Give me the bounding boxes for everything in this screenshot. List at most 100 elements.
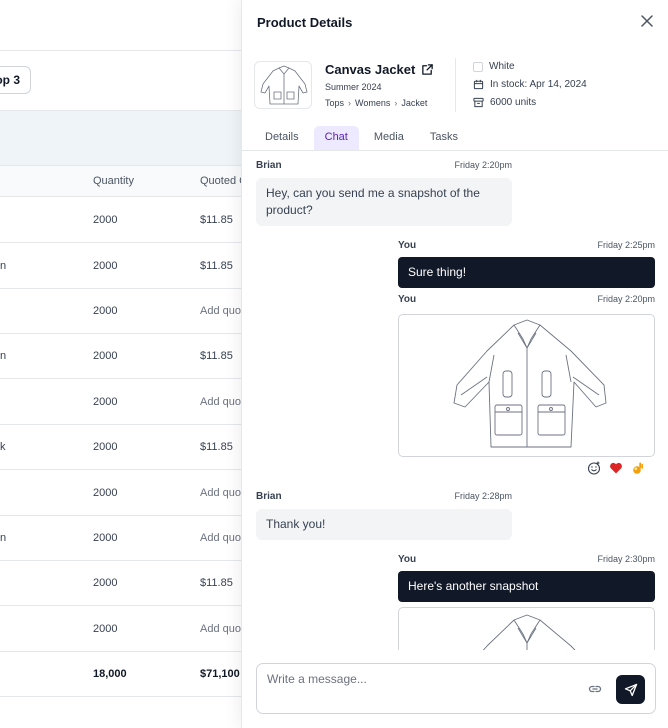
add-quote-link[interactable]: Add quo: [200, 305, 241, 317]
table-row[interactable]: 2000 Add quo: [0, 470, 241, 516]
table-row[interactable]: n 2000 Add quo: [0, 515, 241, 561]
message-input[interactable]: [267, 672, 577, 686]
row-quantity: 2000: [93, 305, 118, 317]
message-meta: You Friday 2:20pm: [398, 294, 655, 305]
product-name: Canvas Jacket: [325, 62, 434, 77]
row-quantity: 2000: [93, 214, 118, 226]
row-quantity: 2000: [93, 396, 118, 408]
row-quoted: $11.85: [200, 260, 233, 272]
message-bubble-outgoing: Sure thing!: [398, 257, 655, 288]
table-row[interactable]: 2000 Add quo: [0, 379, 241, 425]
table-header: Quantity Quoted C: [0, 165, 247, 197]
color-swatch: [473, 61, 483, 72]
tab-details[interactable]: Details: [254, 126, 310, 150]
message-image-jacket[interactable]: [398, 314, 655, 457]
calendar-icon: [473, 79, 484, 90]
table-totals-row: 18,000 $71,100: [0, 651, 241, 697]
table-row[interactable]: 2000 Add quo: [0, 288, 241, 334]
message-bubble-incoming: Hey, can you send me a snapshot of the p…: [256, 178, 512, 226]
message-time: Friday 2:30pm: [597, 554, 655, 564]
product-stock: In stock: Apr 14, 2024: [473, 79, 587, 90]
background-info-band: [0, 110, 241, 165]
total-quoted: $71,100: [200, 668, 240, 680]
message-time: Friday 2:20pm: [597, 294, 655, 304]
message-sender: You: [398, 554, 417, 565]
message-meta: You Friday 2:25pm: [398, 240, 655, 251]
row-quantity: 2000: [93, 532, 118, 544]
row-quantity: 2000: [93, 260, 118, 272]
panel-title: Product Details: [257, 15, 353, 30]
add-quote-link[interactable]: Add quo: [200, 623, 241, 635]
vertical-divider: [455, 58, 456, 112]
row-quantity: 2000: [93, 577, 118, 589]
send-button[interactable]: [616, 675, 645, 704]
message-meta: Brian Friday 2:20pm: [256, 160, 512, 171]
breadcrumb-item[interactable]: Womens: [355, 98, 390, 108]
row-quantity: 2000: [93, 350, 118, 362]
message-sender: You: [398, 294, 417, 305]
row-lead: n: [0, 350, 7, 362]
table-row[interactable]: 2000 Add quo: [0, 606, 241, 652]
heart-icon[interactable]: [609, 461, 623, 475]
row-quoted: $11.85: [200, 214, 233, 226]
message-composer: [256, 663, 656, 714]
send-icon: [624, 683, 637, 696]
product-name-text: Canvas Jacket: [325, 62, 416, 77]
add-quote-link[interactable]: Add quo: [200, 396, 241, 408]
row-lead: n: [0, 260, 7, 272]
chevron-right-icon: ›: [394, 98, 398, 108]
message-time: Friday 2:25pm: [597, 240, 655, 250]
column-header-quantity: Quantity: [93, 175, 134, 187]
background-topbar: [0, 0, 241, 51]
panel-tabs: Details Chat Media Tasks: [254, 126, 469, 150]
message-time: Friday 2:28pm: [454, 491, 512, 501]
background-step-button-label: op 3: [0, 73, 20, 87]
product-thumbnail: [254, 61, 312, 109]
ok-hand-icon[interactable]: [631, 461, 645, 475]
message-bubble-incoming: Thank you!: [256, 509, 512, 540]
row-quoted: $11.85: [200, 350, 233, 362]
product-details-panel: Product Details Canvas Jacket Summer 202…: [241, 0, 668, 728]
message-sender: Brian: [256, 491, 282, 502]
message-time: Friday 2:20pm: [454, 160, 512, 170]
row-lead: k: [0, 441, 6, 453]
chat-thread[interactable]: Brian Friday 2:20pm Hey, can you send me…: [242, 151, 668, 650]
tab-chat[interactable]: Chat: [313, 126, 359, 150]
breadcrumb: Tops › Womens › Jacket: [325, 98, 427, 108]
breadcrumb-item[interactable]: Tops: [325, 98, 344, 108]
table-row[interactable]: 2000 $11.85: [0, 560, 241, 606]
message-sender: You: [398, 240, 417, 251]
external-link-icon[interactable]: [421, 63, 434, 76]
smile-add-icon[interactable]: [587, 461, 601, 475]
chevron-right-icon: ›: [348, 98, 352, 108]
row-quoted: $11.85: [200, 441, 233, 453]
product-units: 6000 units: [473, 97, 536, 108]
product-color-text: White: [489, 61, 515, 72]
row-quantity: 2000: [93, 441, 118, 453]
row-quantity: 2000: [93, 487, 118, 499]
product-stock-text: In stock: Apr 14, 2024: [490, 79, 587, 90]
background-step-button[interactable]: op 3: [0, 66, 31, 94]
message-sender: Brian: [256, 160, 282, 171]
add-quote-link[interactable]: Add quo: [200, 532, 241, 544]
message-image-jacket[interactable]: [398, 607, 655, 650]
table-row[interactable]: 2000 $11.85: [0, 197, 241, 243]
add-quote-link[interactable]: Add quo: [200, 487, 241, 499]
message-bubble-outgoing: Here's another snapshot: [398, 571, 655, 602]
table-row[interactable]: n 2000 $11.85: [0, 243, 241, 289]
message-meta: You Friday 2:30pm: [398, 554, 655, 565]
row-quantity: 2000: [93, 623, 118, 635]
link-icon[interactable]: [588, 682, 602, 696]
close-icon[interactable]: [639, 13, 655, 29]
tab-media[interactable]: Media: [363, 126, 415, 150]
product-season: Summer 2024: [325, 82, 382, 92]
table-row[interactable]: n 2000 $11.85: [0, 333, 241, 379]
table-row[interactable]: k 2000 $11.85: [0, 424, 241, 470]
message-meta: Brian Friday 2:28pm: [256, 491, 512, 502]
tab-tasks[interactable]: Tasks: [419, 126, 469, 150]
total-quantity: 18,000: [93, 668, 127, 680]
row-lead: n: [0, 532, 7, 544]
breadcrumb-item[interactable]: Jacket: [401, 98, 427, 108]
row-quoted: $11.85: [200, 577, 233, 589]
product-color: White: [473, 61, 515, 72]
